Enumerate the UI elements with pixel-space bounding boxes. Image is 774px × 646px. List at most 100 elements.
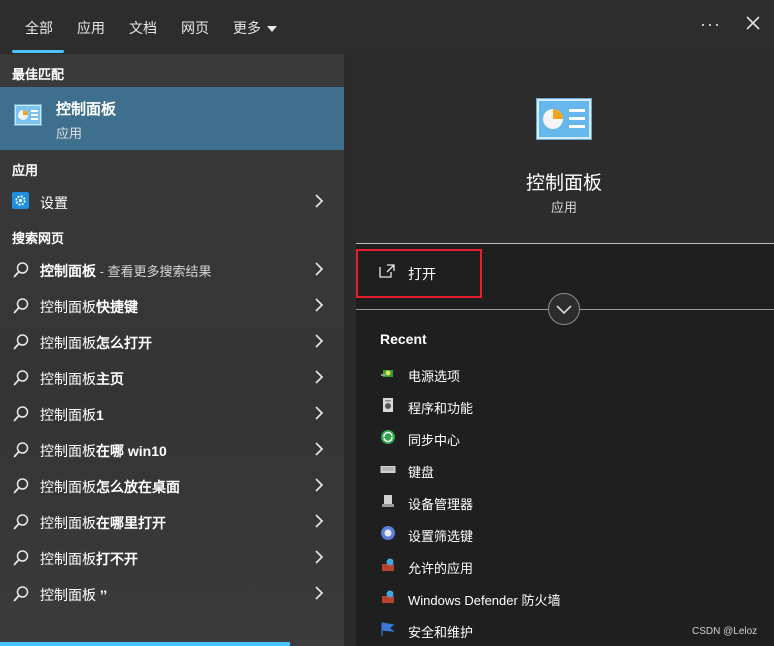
settings-gear-icon bbox=[12, 192, 29, 209]
chevron-right-icon bbox=[315, 194, 324, 208]
result-text-bold: 打不开 bbox=[96, 551, 138, 567]
web-result-label: 控制面板快捷键 bbox=[40, 297, 138, 317]
more-options-button[interactable]: ··· bbox=[700, 14, 721, 35]
tab-more-label: 更多 bbox=[233, 20, 261, 36]
search-icon bbox=[13, 298, 29, 314]
chevron-right-icon bbox=[315, 334, 324, 348]
chevron-right-icon bbox=[315, 514, 324, 528]
search-icon bbox=[13, 550, 29, 566]
best-match-subtitle: 应用 bbox=[56, 126, 83, 141]
result-text-bold: 主页 bbox=[96, 371, 124, 387]
chevron-right-icon bbox=[315, 442, 324, 456]
result-text: 控制面板 bbox=[40, 299, 96, 315]
scroll-progress-bar bbox=[0, 642, 290, 646]
search-icon bbox=[13, 370, 29, 386]
recent-item[interactable]: 同步中心 bbox=[408, 430, 460, 449]
best-match-item[interactable] bbox=[0, 87, 344, 150]
tab-apps[interactable]: 应用 bbox=[77, 18, 105, 38]
tab-more[interactable]: 更多 bbox=[233, 18, 277, 38]
open-button-label[interactable]: 打开 bbox=[408, 264, 436, 284]
result-text: 控制面板 bbox=[40, 551, 96, 567]
recent-item[interactable]: 允许的应用 bbox=[408, 558, 473, 577]
result-text: 控制面板 bbox=[40, 587, 96, 603]
chevron-right-icon bbox=[315, 586, 324, 600]
result-text-bold: 怎么打开 bbox=[96, 335, 152, 351]
web-result-label: 控制面板主页 bbox=[40, 369, 124, 389]
caret-down-icon bbox=[267, 26, 277, 33]
recent-item-icon bbox=[381, 622, 396, 636]
chevron-down-icon bbox=[556, 305, 572, 315]
chevron-right-icon bbox=[315, 550, 324, 564]
recent-item-icon bbox=[382, 590, 394, 603]
best-match-heading: 最佳匹配 bbox=[12, 67, 65, 82]
tab-documents[interactable]: 文档 bbox=[129, 18, 157, 38]
web-result-label: 控制面板 - 查看更多搜索结果 bbox=[40, 261, 212, 281]
chevron-right-icon bbox=[315, 298, 324, 312]
result-text: 控制面板 bbox=[40, 515, 96, 531]
preview-app-subtitle: 应用 bbox=[550, 200, 577, 215]
web-result-label: 控制面板1 bbox=[40, 405, 104, 425]
search-icon bbox=[13, 334, 29, 350]
result-text-bold: ’’ bbox=[96, 587, 108, 603]
web-search-heading: 搜索网页 bbox=[12, 231, 65, 246]
result-text-bold: 1 bbox=[96, 407, 104, 423]
apps-heading: 应用 bbox=[12, 163, 39, 178]
web-result-label: 控制面板在哪 win10 bbox=[40, 441, 167, 461]
control-panel-icon bbox=[14, 104, 42, 126]
tab-web[interactable]: 网页 bbox=[181, 18, 209, 38]
search-icon bbox=[13, 442, 29, 458]
recent-item[interactable]: 键盘 bbox=[408, 462, 434, 481]
chevron-right-icon bbox=[315, 406, 324, 420]
result-text: 控制面板 bbox=[40, 335, 96, 351]
recent-item[interactable]: Windows Defender 防火墙 bbox=[408, 590, 560, 609]
tab-all[interactable]: 全部 bbox=[25, 18, 53, 38]
recent-item[interactable]: 电源选项 bbox=[408, 366, 460, 385]
recent-item[interactable]: 安全和维护 bbox=[408, 622, 473, 641]
recent-item-icon bbox=[381, 526, 395, 540]
recent-item-icon bbox=[382, 495, 394, 507]
result-text-bold: 怎么放在桌面 bbox=[96, 479, 180, 495]
search-icon bbox=[13, 406, 29, 422]
result-text: 控制面板 bbox=[40, 407, 96, 423]
result-text-bold: 快捷键 bbox=[96, 299, 138, 315]
expand-button[interactable] bbox=[548, 293, 580, 325]
result-text: 控制面板 bbox=[40, 479, 96, 495]
web-result-label: 控制面板在哪里打开 bbox=[40, 513, 166, 533]
recent-item[interactable]: 设备管理器 bbox=[408, 494, 473, 513]
recent-item-icon bbox=[382, 558, 394, 571]
divider bbox=[356, 243, 774, 244]
result-text: 控制面板 bbox=[40, 371, 96, 387]
settings-label: 设置 bbox=[40, 195, 68, 211]
search-tab-bar bbox=[0, 0, 774, 54]
search-icon bbox=[13, 478, 29, 494]
recent-item-icon bbox=[381, 370, 393, 377]
web-result-label: 控制面板怎么打开 bbox=[40, 333, 152, 353]
recent-item[interactable]: 程序和功能 bbox=[408, 398, 473, 417]
recent-item-icon bbox=[383, 398, 393, 412]
web-result-label: 控制面板打不开 bbox=[40, 549, 138, 569]
search-icon bbox=[13, 262, 29, 278]
close-icon[interactable] bbox=[742, 12, 764, 34]
search-icon bbox=[13, 586, 29, 602]
search-icon bbox=[13, 514, 29, 530]
web-result-label: 控制面板 ’’ bbox=[40, 585, 107, 605]
best-match-title: 控制面板 bbox=[56, 101, 117, 118]
result-hint: - 查看更多搜索结果 bbox=[96, 264, 212, 279]
active-tab-indicator bbox=[12, 50, 64, 53]
watermark: CSDN @Leloz bbox=[692, 626, 758, 637]
web-result-label: 控制面板怎么放在桌面 bbox=[40, 477, 180, 497]
recent-item[interactable]: 设置筛选键 bbox=[408, 526, 473, 545]
result-text: 控制面板 bbox=[40, 443, 96, 459]
recent-item-icon bbox=[381, 430, 395, 444]
chevron-right-icon bbox=[315, 370, 324, 384]
recent-heading: Recent bbox=[380, 331, 427, 347]
control-panel-large-icon bbox=[536, 98, 592, 140]
preview-app-title: 控制面板 bbox=[525, 173, 602, 194]
chevron-right-icon bbox=[315, 262, 324, 276]
recent-item-icon bbox=[380, 466, 396, 473]
result-text-bold: 在哪里打开 bbox=[96, 515, 166, 531]
open-external-icon bbox=[379, 264, 395, 278]
result-text-bold: 在哪 win10 bbox=[96, 443, 167, 459]
chevron-right-icon bbox=[315, 478, 324, 492]
result-text-bold: 控制面板 bbox=[40, 263, 96, 279]
